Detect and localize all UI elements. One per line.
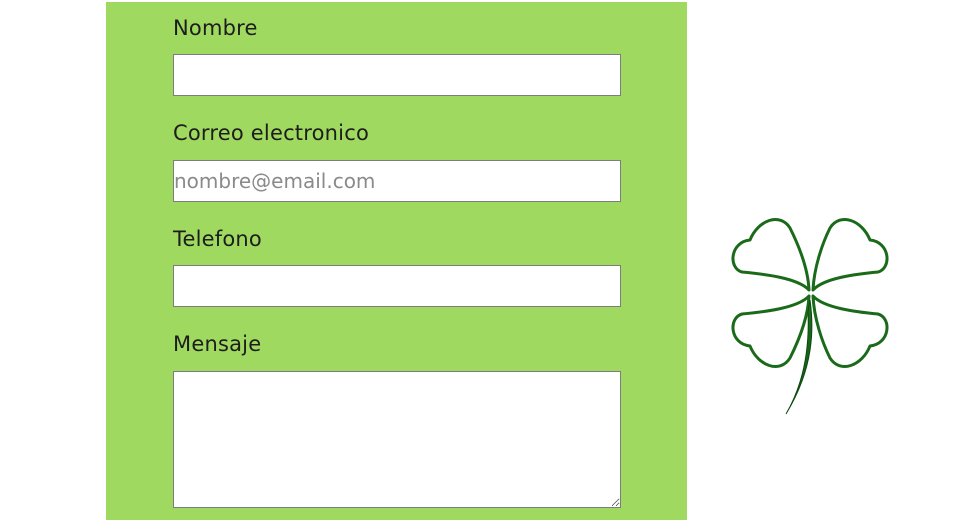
phone-input[interactable] — [173, 265, 621, 307]
message-textarea[interactable] — [173, 371, 621, 508]
page: Nombre Correo electronico Telefono Mensa… — [0, 0, 960, 520]
four-leaf-clover-icon — [731, 218, 889, 415]
phone-label: Telefono — [173, 227, 262, 251]
email-label: Correo electronico — [173, 121, 370, 145]
name-input[interactable] — [173, 54, 621, 96]
name-label: Nombre — [173, 16, 258, 40]
email-input[interactable] — [173, 160, 621, 202]
message-label: Mensaje — [173, 332, 262, 356]
contact-form: Nombre Correo electronico Telefono Mensa… — [106, 2, 687, 520]
